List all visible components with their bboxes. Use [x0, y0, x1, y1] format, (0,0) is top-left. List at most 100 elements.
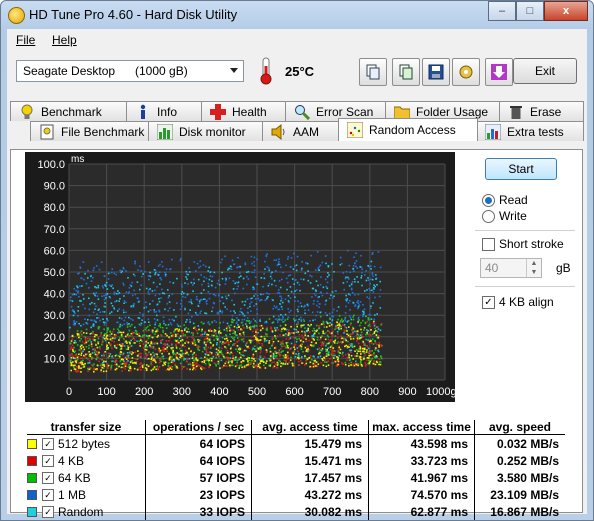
data-point — [317, 363, 320, 365]
options-button[interactable] — [452, 58, 480, 86]
read-radio[interactable] — [482, 194, 495, 207]
menu-file[interactable]: File — [16, 33, 35, 47]
data-point — [120, 351, 123, 354]
data-point — [203, 342, 206, 345]
data-point — [300, 269, 303, 271]
short-stroke-checkbox[interactable] — [482, 238, 495, 251]
data-point — [296, 315, 298, 317]
start-button[interactable]: Start — [485, 158, 557, 180]
data-point — [234, 365, 237, 368]
maximize-button[interactable]: □ — [516, 1, 544, 21]
tab-file-benchmark[interactable]: File Benchmark — [30, 121, 150, 141]
minimize-button[interactable]: – — [488, 1, 516, 21]
data-point — [109, 343, 112, 345]
data-point — [305, 360, 308, 362]
data-point — [197, 305, 200, 307]
data-point — [363, 308, 366, 311]
series-checkbox[interactable]: ✓ — [42, 489, 54, 502]
data-point — [234, 342, 236, 345]
drive-select[interactable]: Seagate Desktop (1000 gB) — [16, 60, 244, 82]
close-button[interactable]: x — [544, 1, 588, 21]
data-point — [254, 320, 256, 322]
data-point — [319, 349, 322, 351]
data-point — [249, 297, 252, 300]
data-point — [241, 300, 244, 303]
data-point — [123, 311, 125, 314]
tab-health[interactable]: Health — [201, 101, 287, 121]
data-point — [148, 293, 150, 295]
series-checkbox[interactable]: ✓ — [42, 506, 54, 519]
spin-arrows-icon[interactable]: ▲ ▼ — [526, 259, 541, 277]
data-point — [322, 322, 325, 325]
data-point — [366, 331, 368, 334]
data-point — [88, 347, 90, 349]
menu-help[interactable]: Help — [52, 33, 77, 47]
data-point — [164, 324, 167, 326]
data-point — [255, 303, 258, 305]
series-checkbox[interactable]: ✓ — [42, 438, 54, 451]
data-point — [236, 364, 238, 366]
data-point — [266, 326, 268, 329]
exit-button[interactable]: Exit — [513, 58, 577, 84]
data-point — [371, 272, 374, 274]
data-point — [352, 327, 355, 330]
data-point — [92, 323, 95, 325]
controls-pane: Start Read Write Short stroke 40 ▲ ▼ gB ✓… — [473, 150, 578, 390]
tab-info[interactable]: Info — [126, 101, 203, 121]
data-point — [280, 341, 282, 344]
data-point — [354, 280, 356, 283]
data-point — [363, 329, 365, 331]
legend-swatch — [27, 490, 37, 501]
tab-random-access[interactable]: Random Access — [338, 118, 478, 141]
data-point — [171, 318, 174, 321]
data-point — [85, 282, 88, 285]
data-point — [226, 356, 228, 358]
data-point — [161, 288, 163, 291]
data-point — [367, 339, 369, 341]
data-point — [280, 365, 282, 368]
series-checkbox[interactable]: ✓ — [42, 455, 54, 468]
data-point — [290, 325, 292, 328]
data-point — [195, 330, 198, 332]
copy-all-button[interactable] — [392, 58, 420, 86]
tab-extra-tests[interactable]: Extra tests — [476, 121, 584, 141]
data-point — [138, 353, 140, 355]
copy-info-button[interactable] — [359, 58, 387, 86]
data-point — [109, 353, 112, 355]
title-bar[interactable]: HD Tune Pro 4.60 - Hard Disk Utility – □… — [1, 1, 593, 29]
data-point — [294, 265, 296, 268]
data-point — [204, 356, 206, 358]
series-checkbox[interactable]: ✓ — [42, 472, 54, 485]
data-point — [364, 274, 366, 276]
data-point — [110, 333, 113, 335]
data-point — [128, 316, 130, 319]
data-point — [80, 350, 82, 352]
save-button[interactable] — [422, 58, 450, 86]
tab-disk-monitor[interactable]: Disk monitor — [148, 121, 264, 141]
data-point — [167, 344, 169, 347]
data-point — [342, 363, 344, 365]
data-point — [235, 348, 237, 350]
data-point — [106, 318, 108, 320]
download-button[interactable] — [485, 58, 513, 86]
data-point — [328, 297, 331, 300]
data-point — [321, 323, 323, 325]
data-point — [107, 352, 110, 355]
data-point — [114, 300, 116, 303]
data-point — [290, 342, 293, 345]
data-point — [327, 336, 330, 338]
tab-aam[interactable]: AAM — [262, 121, 340, 141]
tab-erase[interactable]: Erase — [499, 101, 584, 121]
data-point — [261, 327, 264, 330]
data-point — [369, 360, 371, 363]
align-4kb-checkbox[interactable]: ✓ — [482, 296, 495, 309]
tab-benchmark[interactable]: Benchmark — [10, 101, 128, 121]
data-point — [363, 348, 365, 350]
data-point — [95, 291, 97, 294]
short-stroke-size-input[interactable]: 40 ▲ ▼ — [480, 258, 542, 278]
write-radio[interactable] — [482, 210, 495, 223]
data-point — [380, 344, 382, 346]
data-point — [111, 337, 114, 339]
data-point — [97, 286, 100, 289]
data-point — [109, 331, 112, 333]
